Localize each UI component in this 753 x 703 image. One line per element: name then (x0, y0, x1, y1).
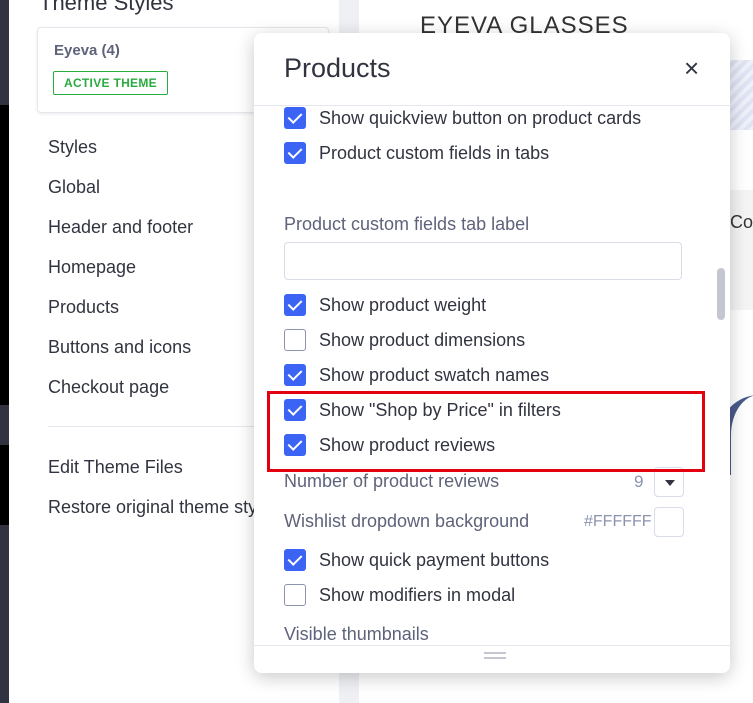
sidebar-item-checkout[interactable]: Checkout page (48, 373, 193, 413)
option-label: Show product dimensions (319, 329, 526, 350)
modal-header: Products × (254, 33, 730, 106)
modal-footer (254, 645, 730, 673)
sidebar-nav: Styles Global Header and footer Homepage… (48, 133, 193, 413)
shop-by-price-checkbox[interactable] (284, 399, 306, 421)
thumbnails-label: Visible thumbnails (284, 624, 429, 644)
option-product-reviews[interactable]: Show product reviews (284, 431, 495, 459)
active-theme-badge: ACTIVE THEME (53, 71, 168, 95)
option-label: Show product reviews (319, 434, 496, 455)
modal-scrollbar[interactable] (714, 105, 728, 645)
option-label: Show modifiers in modal (319, 584, 516, 605)
option-weight[interactable]: Show product weight (284, 291, 486, 319)
option-quickview[interactable]: Show quickview button on product cards (284, 105, 641, 132)
sidebar-item-buttons-icons[interactable]: Buttons and icons (48, 333, 193, 373)
preview-text: Co (730, 212, 753, 232)
option-dimensions[interactable]: Show product dimensions (284, 326, 525, 354)
left-edge-strip (0, 0, 9, 703)
reviews-count-label: Number of product reviews (284, 471, 500, 491)
dimensions-checkbox[interactable] (284, 329, 306, 351)
sidebar-item-homepage[interactable]: Homepage (48, 253, 193, 293)
custom-fields-tab-label: Product custom fields tab label (284, 214, 530, 234)
weight-checkbox[interactable] (284, 294, 306, 316)
sidebar-item-styles[interactable]: Styles (48, 133, 193, 173)
close-icon[interactable]: × (684, 55, 699, 81)
products-settings-modal: Products × Show quickview button on prod… (254, 33, 730, 673)
custom-fields-tab-input[interactable] (284, 242, 682, 280)
option-label: Show "Shop by Price" in filters (319, 399, 561, 420)
product-reviews-checkbox[interactable] (284, 434, 306, 456)
reviews-count-value: 9 (634, 472, 644, 491)
quickview-checkbox[interactable] (284, 107, 306, 129)
quick-payment-checkbox[interactable] (284, 549, 306, 571)
option-custom-fields-tabs[interactable]: Product custom fields in tabs (284, 139, 549, 167)
custom-fields-tabs-checkbox[interactable] (284, 142, 306, 164)
sidebar-title: Theme Styles (39, 0, 174, 15)
modifiers-modal-checkbox[interactable] (284, 584, 306, 606)
resize-grip-icon[interactable] (484, 652, 506, 662)
modal-title: Products (284, 53, 391, 83)
wishlist-bg-label: Wishlist dropdown background (284, 511, 530, 531)
sidebar-item-global[interactable]: Global (48, 173, 193, 213)
sidebar-footer-nav: Edit Theme Files Restore original theme … (48, 453, 257, 533)
edit-theme-files-link[interactable]: Edit Theme Files (48, 453, 257, 493)
option-label: Show quick payment buttons (319, 549, 550, 570)
swatch-names-checkbox[interactable] (284, 364, 306, 386)
modal-scrollbar-thumb[interactable] (717, 268, 725, 320)
sidebar-item-header-footer[interactable]: Header and footer (48, 213, 193, 253)
option-shop-by-price[interactable]: Show "Shop by Price" in filters (284, 396, 561, 424)
option-swatch-names[interactable]: Show product swatch names (284, 361, 549, 389)
wishlist-bg-swatch[interactable] (654, 507, 684, 537)
modal-body[interactable]: Show quickview button on product cards P… (254, 105, 730, 645)
wishlist-bg-hex: #FFFFFF (584, 513, 652, 530)
option-modifiers-modal[interactable]: Show modifiers in modal (284, 581, 515, 609)
option-label: Show product swatch names (319, 364, 550, 385)
sidebar-item-products[interactable]: Products (48, 293, 193, 333)
option-quick-payment[interactable]: Show quick payment buttons (284, 546, 549, 574)
restore-theme-styles-link[interactable]: Restore original theme sty (48, 493, 257, 533)
theme-name: Eyeva (4) (54, 42, 120, 59)
option-label: Show product weight (319, 294, 487, 315)
reviews-count-dropdown[interactable] (654, 467, 684, 497)
option-label: Product custom fields in tabs (319, 142, 550, 163)
option-label: Show quickview button on product cards (319, 107, 642, 128)
